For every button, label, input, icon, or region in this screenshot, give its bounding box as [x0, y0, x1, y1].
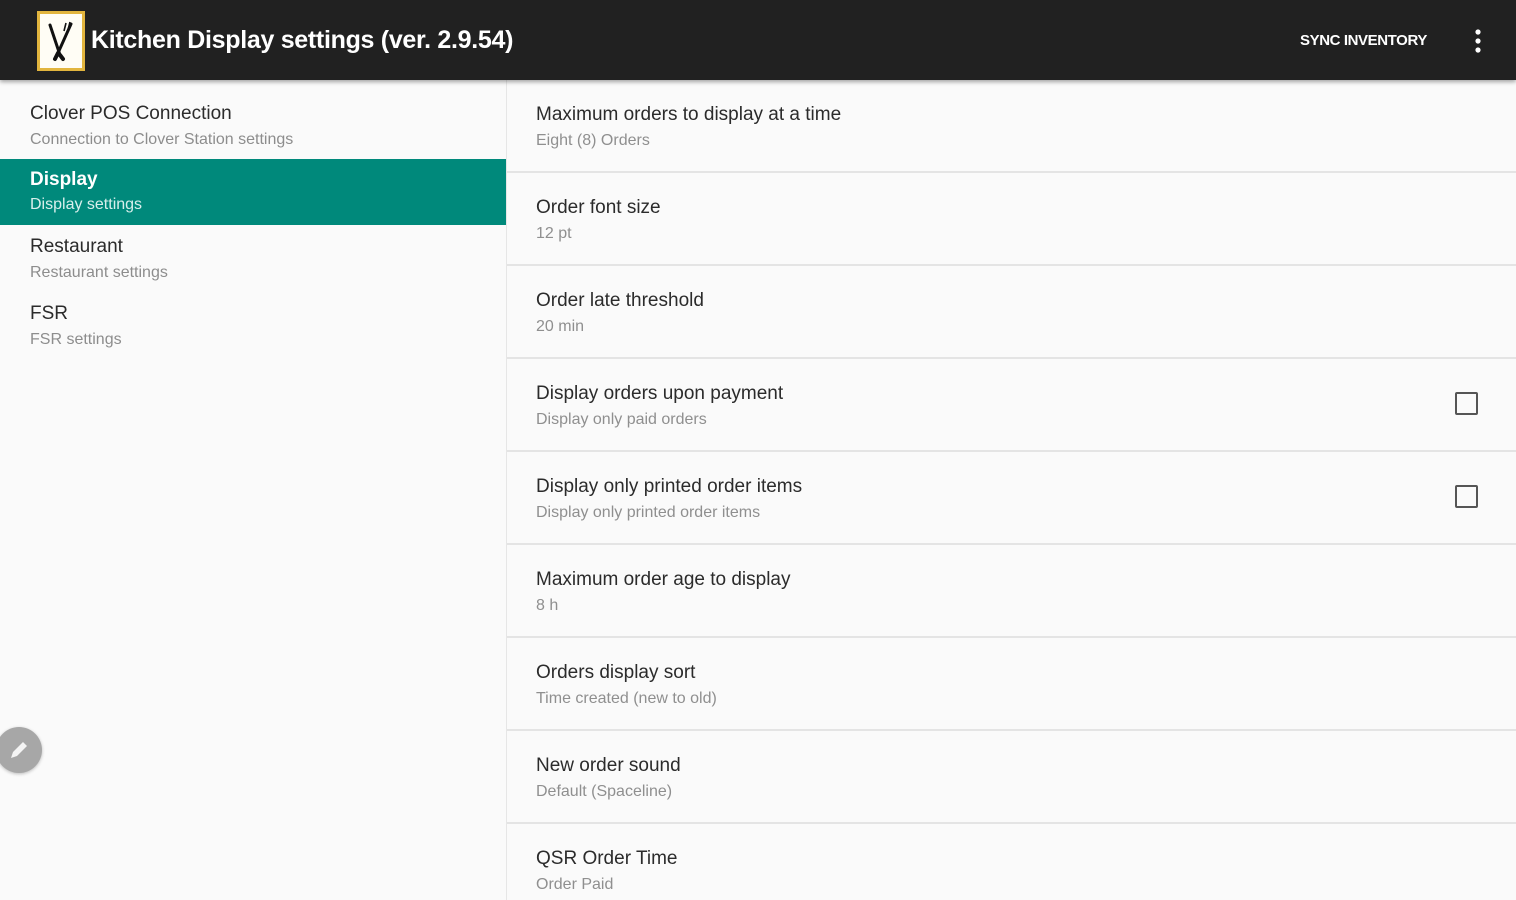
pref-title: Orders display sort	[536, 662, 696, 683]
sidebar-item-subtitle: Restaurant settings	[30, 264, 168, 281]
pref-summary: Eight (8) Orders	[536, 132, 650, 149]
pref-title: Order late threshold	[536, 290, 704, 311]
display-settings-panel: Maximum orders to display at a time Eigh…	[506, 80, 1516, 900]
app-title: Kitchen Display settings (ver. 2.9.54)	[91, 26, 514, 54]
sidebar-item-title: Display	[30, 169, 98, 190]
more-vert-icon[interactable]	[1462, 22, 1494, 60]
pref-title: Maximum orders to display at a time	[536, 104, 842, 125]
pref-title: QSR Order Time	[536, 848, 678, 869]
sidebar-item-title: FSR	[30, 303, 68, 324]
pref-summary: 8 h	[536, 597, 559, 614]
pref-summary: Default (Spaceline)	[536, 783, 673, 800]
pref-qsr-order-time[interactable]: QSR Order Time Order Paid	[507, 824, 1516, 900]
sidebar-item-subtitle: FSR settings	[30, 331, 122, 348]
sidebar-item-display[interactable]: Display Display settings	[0, 159, 506, 225]
sidebar-item-fsr[interactable]: FSR FSR settings	[0, 292, 506, 358]
pref-summary: 12 pt	[536, 225, 572, 242]
display-only-printed-items-checkbox[interactable]	[1455, 485, 1478, 508]
pref-summary: 20 min	[536, 318, 585, 335]
pref-title: New order sound	[536, 755, 681, 776]
pref-summary: Time created (new to old)	[536, 690, 717, 707]
pref-title: Display only printed order items	[536, 476, 803, 497]
pref-title: Display orders upon payment	[536, 383, 784, 404]
pref-new-order-sound[interactable]: New order sound Default (Spaceline)	[507, 731, 1516, 824]
pref-orders-display-sort[interactable]: Orders display sort Time created (new to…	[507, 638, 1516, 731]
kitchen-utensils-logo-icon	[37, 11, 85, 71]
pref-order-font-size[interactable]: Order font size 12 pt	[507, 173, 1516, 266]
pref-title: Maximum order age to display	[536, 569, 791, 590]
pref-summary: Display only paid orders	[536, 411, 707, 428]
pref-max-orders-display[interactable]: Maximum orders to display at a time Eigh…	[507, 80, 1516, 173]
pref-display-orders-upon-payment[interactable]: Display orders upon payment Display only…	[507, 359, 1516, 452]
pref-title: Order font size	[536, 197, 661, 218]
sidebar-item-subtitle: Connection to Clover Station settings	[30, 131, 294, 148]
sidebar-item-clover-pos-connection[interactable]: Clover POS Connection Connection to Clov…	[0, 80, 506, 148]
display-orders-upon-payment-checkbox[interactable]	[1455, 392, 1478, 415]
sidebar-item-subtitle: Display settings	[30, 196, 143, 213]
pref-summary: Display only printed order items	[536, 504, 761, 521]
settings-sidebar: Clover POS Connection Connection to Clov…	[0, 80, 506, 900]
app-bar: Kitchen Display settings (ver. 2.9.54) S…	[0, 0, 1516, 80]
pref-max-order-age[interactable]: Maximum order age to display 8 h	[507, 545, 1516, 638]
sidebar-item-title: Restaurant	[30, 236, 123, 257]
sidebar-item-title: Clover POS Connection	[30, 103, 232, 124]
sidebar-item-restaurant[interactable]: Restaurant Restaurant settings	[0, 225, 506, 291]
sync-inventory-button[interactable]: SYNC INVENTORY	[1292, 24, 1435, 58]
pref-order-late-threshold[interactable]: Order late threshold 20 min	[507, 266, 1516, 359]
pref-summary: Order Paid	[536, 876, 614, 893]
pref-display-only-printed-items[interactable]: Display only printed order items Display…	[507, 452, 1516, 545]
